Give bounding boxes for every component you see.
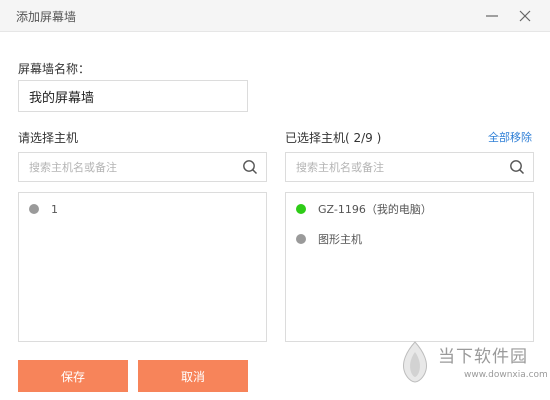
downxia-logo-icon — [403, 341, 427, 383]
host-name: GZ-1196（我的电脑） — [318, 203, 432, 216]
host-name: 图形主机 — [318, 233, 362, 246]
left-search-box — [18, 152, 267, 182]
right-search-box — [285, 152, 534, 182]
host-name: 1 — [51, 202, 58, 216]
watermark: 当下软件园 www.downxia.com — [398, 340, 548, 396]
remove-all-link[interactable]: 全部移除 — [488, 129, 532, 145]
available-hosts-list: 1 — [18, 192, 267, 342]
right-panel-title: 已选择主机( 2/9 ) — [285, 131, 382, 145]
right-search-input[interactable] — [286, 153, 501, 181]
left-panel-title: 请选择主机 — [18, 131, 79, 145]
selected-hosts-list: GZ-1196（我的电脑） 图形主机 — [285, 192, 534, 342]
window-title: 添加屏幕墙 — [16, 10, 77, 24]
offline-status-dot-icon — [296, 234, 306, 244]
list-item[interactable]: GZ-1196（我的电脑） — [296, 199, 432, 219]
list-item[interactable]: 图形主机 — [296, 229, 362, 249]
list-item[interactable]: 1 — [29, 199, 58, 219]
cancel-button[interactable]: 取消 — [138, 360, 248, 392]
title-bar: 添加屏幕墙 — [0, 0, 550, 32]
save-button[interactable]: 保存 — [18, 360, 128, 392]
screen-wall-name-input[interactable] — [18, 80, 248, 112]
minimize-icon[interactable] — [482, 6, 502, 26]
left-search-input[interactable] — [19, 153, 234, 181]
search-icon[interactable] — [509, 159, 525, 175]
status-dot-icon — [29, 204, 39, 214]
watermark-brand: 当下软件园 — [438, 347, 528, 367]
search-icon[interactable] — [242, 159, 258, 175]
online-status-dot-icon — [296, 204, 306, 214]
close-icon[interactable] — [515, 6, 535, 26]
watermark-url: www.downxia.com — [464, 370, 548, 380]
name-label: 屏幕墙名称： — [18, 62, 91, 76]
